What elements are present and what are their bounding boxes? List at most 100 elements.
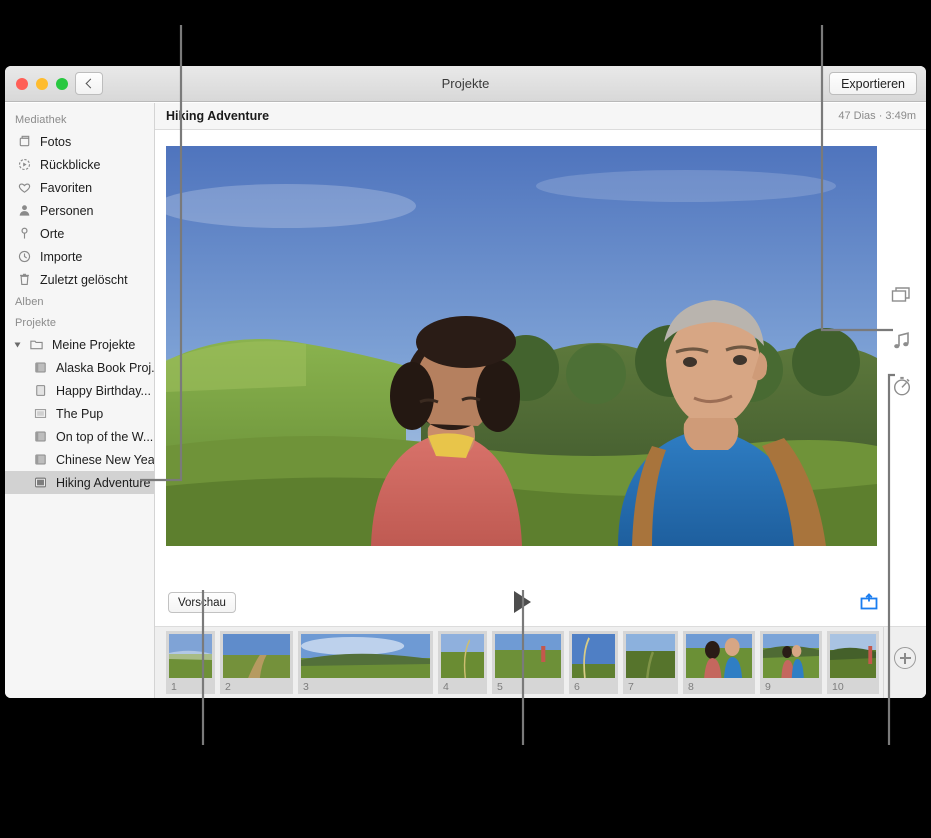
sidebar-header-alben: Alben bbox=[15, 296, 44, 308]
sidebar-item-label: On top of the W... bbox=[56, 429, 154, 444]
clip-thumbnail bbox=[626, 634, 675, 678]
list-item[interactable]: 8 bbox=[683, 631, 755, 694]
sidebar-item-label: Hiking Adventure bbox=[56, 475, 151, 490]
disclosure-triangle-icon[interactable] bbox=[13, 342, 21, 348]
slides-icon[interactable] bbox=[891, 285, 913, 307]
clip-number: 2 bbox=[225, 681, 231, 693]
photos-icon bbox=[17, 134, 32, 149]
list-item[interactable]: 10 bbox=[827, 631, 879, 694]
list-item[interactable]: 1 bbox=[166, 631, 215, 694]
clip-thumbnail bbox=[572, 634, 615, 678]
clip-number: 7 bbox=[628, 681, 634, 693]
sidebar-item-zuletzt-geloescht[interactable]: Zuletzt gelöscht bbox=[5, 268, 154, 291]
play-icon[interactable] bbox=[514, 591, 531, 613]
inspector-rail bbox=[878, 130, 926, 582]
sidebar-item-label: Favoriten bbox=[40, 180, 93, 195]
clip-thumbnail bbox=[169, 634, 212, 678]
preview-button[interactable]: Vorschau bbox=[168, 592, 236, 613]
clip-thumbnail bbox=[301, 634, 430, 678]
export-button[interactable]: Exportieren bbox=[829, 72, 917, 95]
list-item[interactable]: 5 bbox=[492, 631, 564, 694]
sidebar-header-projekte: Projekte bbox=[15, 317, 57, 329]
share-icon[interactable] bbox=[859, 592, 879, 612]
window-title: Projekte bbox=[441, 76, 490, 91]
card-icon bbox=[33, 383, 48, 398]
sidebar-item-chinese-new-year[interactable]: Chinese New Year bbox=[5, 448, 154, 471]
sidebar-item-label: Rückblicke bbox=[40, 157, 101, 172]
sidebar-item-label: Personen bbox=[40, 203, 94, 218]
person-icon bbox=[17, 203, 32, 218]
clip-number: 5 bbox=[497, 681, 503, 693]
trash-icon bbox=[17, 272, 32, 287]
sidebar-item-alaska-book-project[interactable]: Alaska Book Proj... bbox=[5, 356, 154, 379]
sidebar-item-label: Happy Birthday... bbox=[56, 383, 151, 398]
sidebar-item-meine-projekte[interactable]: Meine Projekte bbox=[5, 333, 154, 356]
book-icon bbox=[33, 452, 48, 467]
pin-icon bbox=[17, 226, 32, 241]
sidebar-item-label: The Pup bbox=[56, 406, 104, 421]
clip-number: 6 bbox=[574, 681, 580, 693]
book-icon bbox=[33, 429, 48, 444]
sidebar-item-label: Alaska Book Proj... bbox=[56, 360, 154, 375]
clip-number: 4 bbox=[443, 681, 449, 693]
add-icon[interactable] bbox=[894, 647, 916, 669]
sidebar-item-fotos[interactable]: Fotos bbox=[5, 130, 154, 153]
clock-icon bbox=[17, 249, 32, 264]
screenshot-root: Projekte Exportieren Mediathek Fotos Rüc bbox=[0, 0, 931, 838]
sidebar-item-label: Orte bbox=[40, 226, 65, 241]
playback-controls: Vorschau bbox=[155, 582, 926, 626]
clip-number: 8 bbox=[688, 681, 694, 693]
slide-preview-image[interactable] bbox=[166, 146, 877, 546]
main-content: Hiking Adventure 47 Dias · 3:49m Vorscha… bbox=[155, 103, 926, 698]
sidebar-header-mediathek: Mediathek bbox=[15, 114, 67, 126]
sidebar-item-on-top-of-the-world[interactable]: On top of the W... bbox=[5, 425, 154, 448]
sidebar[interactable]: Mediathek Fotos Rückblicke Favoriten Per… bbox=[5, 103, 155, 698]
sidebar-item-personen[interactable]: Personen bbox=[5, 199, 154, 222]
sidebar-item-hiking-adventure[interactable]: Hiking Adventure bbox=[5, 471, 154, 494]
page-title: Hiking Adventure bbox=[166, 109, 270, 123]
list-item[interactable]: 3 bbox=[298, 631, 433, 694]
slideshow-icon bbox=[33, 475, 48, 490]
sidebar-item-the-pup[interactable]: The Pup bbox=[5, 402, 154, 425]
sidebar-item-label: Zuletzt gelöscht bbox=[40, 272, 128, 287]
list-item[interactable]: 2 bbox=[220, 631, 293, 694]
clip-thumbnail bbox=[441, 634, 484, 678]
window-body: Mediathek Fotos Rückblicke Favoriten Per… bbox=[5, 103, 926, 698]
timer-icon[interactable] bbox=[891, 375, 913, 397]
clip-thumbnail bbox=[495, 634, 561, 678]
clip-number: 3 bbox=[303, 681, 309, 693]
clip-number: 10 bbox=[832, 681, 844, 693]
list-item[interactable]: 7 bbox=[623, 631, 678, 694]
project-bar: Hiking Adventure 47 Dias · 3:49m bbox=[155, 103, 926, 130]
sidebar-item-rueckblicke[interactable]: Rückblicke bbox=[5, 153, 154, 176]
sidebar-item-happy-birthday[interactable]: Happy Birthday... bbox=[5, 379, 154, 402]
sidebar-item-label: Chinese New Year bbox=[56, 452, 154, 467]
music-note-icon[interactable] bbox=[891, 330, 913, 352]
heart-icon bbox=[17, 180, 32, 195]
preview-stage bbox=[155, 130, 926, 582]
project-meta: 47 Dias · 3:49m bbox=[838, 110, 916, 122]
sidebar-item-label: Fotos bbox=[40, 134, 72, 149]
sidebar-item-importe[interactable]: Importe bbox=[5, 245, 154, 268]
clip-number: 1 bbox=[171, 681, 177, 693]
sidebar-item-orte[interactable]: Orte bbox=[5, 222, 154, 245]
window-titlebar: Projekte Exportieren bbox=[5, 66, 926, 102]
clip-thumbnail bbox=[686, 634, 752, 678]
list-item[interactable]: 9 bbox=[760, 631, 822, 694]
sidebar-item-label: Meine Projekte bbox=[52, 337, 136, 352]
clip-thumbnail bbox=[763, 634, 819, 678]
clip-thumbnail bbox=[830, 634, 876, 678]
filmstrip[interactable]: 1 2 3 4 5 6 7 8 9 10 bbox=[155, 626, 926, 698]
list-item[interactable]: 4 bbox=[438, 631, 487, 694]
sidebar-item-label: Importe bbox=[40, 249, 83, 264]
print-icon bbox=[33, 406, 48, 421]
folder-icon bbox=[29, 337, 44, 352]
list-item[interactable]: 6 bbox=[569, 631, 618, 694]
photos-app-window: Projekte Exportieren Mediathek Fotos Rüc bbox=[5, 66, 926, 698]
clip-thumbnail bbox=[223, 634, 290, 678]
memories-icon bbox=[17, 157, 32, 172]
sidebar-item-favoriten[interactable]: Favoriten bbox=[5, 176, 154, 199]
clip-number: 9 bbox=[765, 681, 771, 693]
book-icon bbox=[33, 360, 48, 375]
divider bbox=[883, 627, 884, 698]
